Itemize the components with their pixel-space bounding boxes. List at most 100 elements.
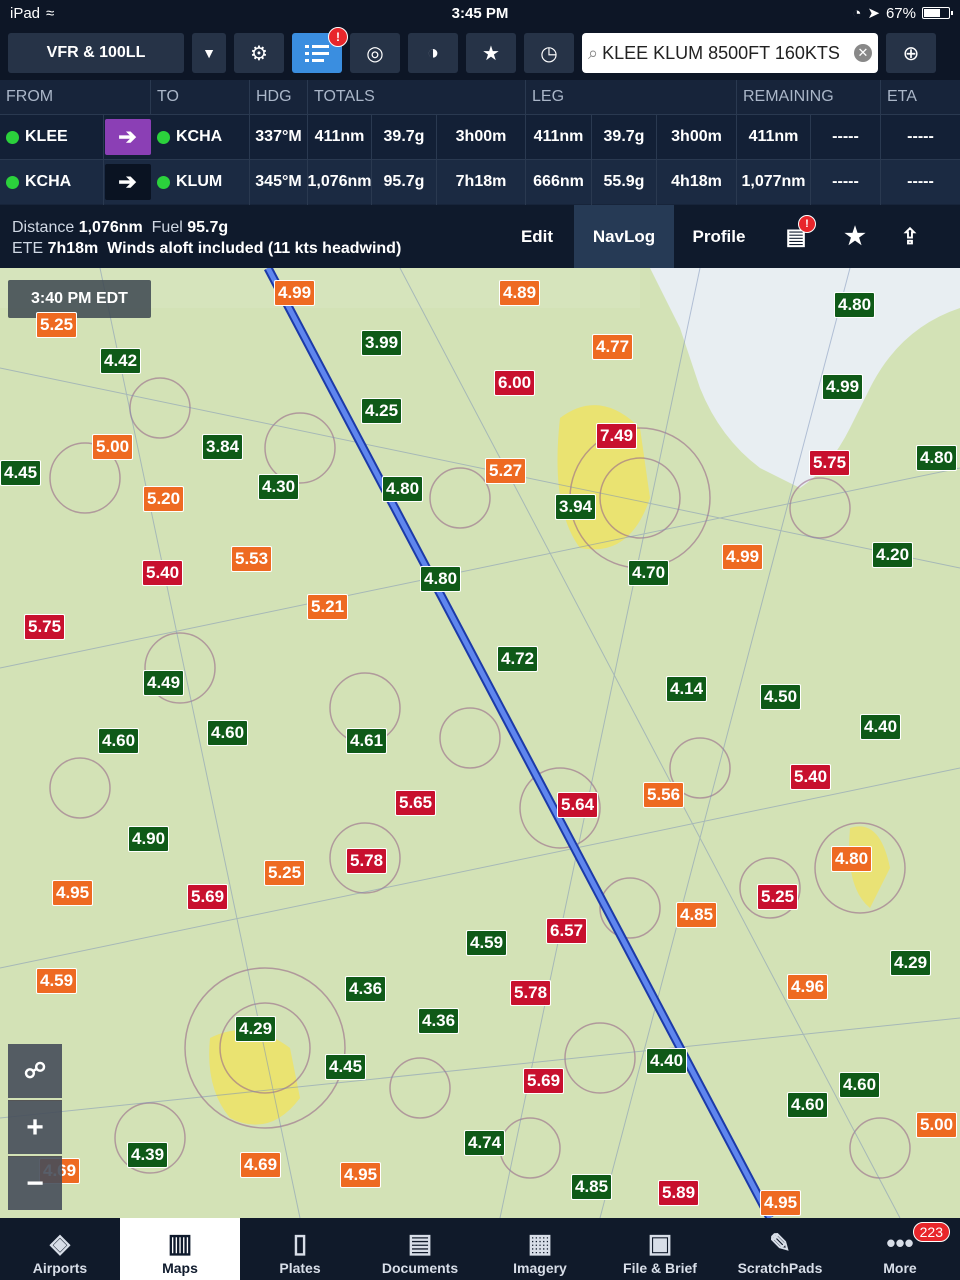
navlog-tab[interactable]: NavLog — [574, 205, 674, 268]
fuel-price-label[interactable]: 5.53 — [231, 546, 273, 572]
fuel-price-label[interactable]: 5.69 — [523, 1068, 565, 1094]
fuel-price-label[interactable]: 5.65 — [395, 790, 437, 816]
fuel-price-label[interactable]: 4.99 — [722, 544, 764, 570]
fuel-price-label[interactable]: 4.45 — [0, 460, 42, 486]
fuel-price-label[interactable]: 4.90 — [128, 826, 170, 852]
fuel-price-label[interactable]: 4.60 — [98, 728, 140, 754]
fuel-price-label[interactable]: 4.40 — [646, 1048, 688, 1074]
favorites-button[interactable]: ★ — [466, 33, 516, 73]
fuel-price-label[interactable]: 4.40 — [860, 714, 902, 740]
fuel-price-label[interactable]: 4.80 — [382, 476, 424, 502]
tab-plates[interactable]: ▯ Plates — [240, 1218, 360, 1280]
fuel-price-label[interactable]: 5.40 — [142, 560, 184, 586]
fuel-price-label[interactable]: 5.27 — [485, 458, 527, 484]
fuel-price-label[interactable]: 4.96 — [787, 974, 829, 1000]
settings-button[interactable]: ⚙ — [234, 33, 284, 73]
share-button[interactable]: ⇪ — [882, 205, 938, 268]
fuel-price-label[interactable]: 4.49 — [143, 670, 185, 696]
fuel-price-label[interactable]: 4.36 — [345, 976, 387, 1002]
fuel-price-label[interactable]: 4.25 — [361, 398, 403, 424]
fuel-price-label[interactable]: 4.20 — [872, 542, 914, 568]
fuel-price-label[interactable]: 4.36 — [418, 1008, 460, 1034]
track-up-button[interactable]: ⊕ — [886, 33, 936, 73]
fuel-price-label[interactable]: 4.99 — [274, 280, 316, 306]
fuel-price-label[interactable]: 5.25 — [757, 884, 799, 910]
fuel-price-label[interactable]: 7.49 — [596, 423, 638, 449]
fuel-price-label[interactable]: 4.77 — [592, 334, 634, 360]
fuel-price-label[interactable]: 5.78 — [510, 980, 552, 1006]
fuel-price-label[interactable]: 4.61 — [346, 728, 388, 754]
fuel-price-label[interactable]: 5.89 — [658, 1180, 700, 1206]
fuel-price-label[interactable]: 4.29 — [890, 950, 932, 976]
fuel-price-label[interactable]: 4.39 — [127, 1142, 169, 1168]
zoom-in-button[interactable]: + — [8, 1100, 62, 1154]
fuel-price-label[interactable]: 4.14 — [666, 676, 708, 702]
fuel-price-label[interactable]: 4.29 — [235, 1016, 277, 1042]
fuel-price-label[interactable]: 4.89 — [499, 280, 541, 306]
fuel-price-label[interactable]: 4.45 — [325, 1054, 367, 1080]
leg-arrow-button[interactable]: ➔ — [104, 164, 151, 200]
fuel-price-label[interactable]: 6.00 — [494, 370, 536, 396]
fuel-price-label[interactable]: 3.94 — [555, 494, 597, 520]
fuel-price-label[interactable]: 5.25 — [36, 312, 78, 338]
fuel-price-label[interactable]: 5.69 — [187, 884, 229, 910]
clear-search-icon[interactable]: ✕ — [854, 44, 872, 62]
fuel-price-label[interactable]: 3.84 — [202, 434, 244, 460]
fuel-price-label[interactable]: 4.95 — [760, 1190, 802, 1216]
favorite-route-button[interactable]: ★ — [828, 205, 882, 268]
fuel-price-label[interactable]: 4.50 — [760, 684, 802, 710]
fuel-price-label[interactable]: 4.95 — [52, 880, 94, 906]
fuel-price-label[interactable]: 4.80 — [831, 846, 873, 872]
fuel-price-label[interactable]: 5.64 — [557, 792, 599, 818]
route-editor-button[interactable]: ! — [292, 27, 348, 73]
nav-row[interactable]: KCHA ➔ KLUM 345°M 1,076nm 95.7g 7h18m 66… — [0, 159, 960, 205]
fuel-price-label[interactable]: 4.60 — [787, 1092, 829, 1118]
tab-documents[interactable]: ▤ Documents — [360, 1218, 480, 1280]
route-tool-button[interactable]: ☍ — [8, 1044, 62, 1098]
fuel-price-label[interactable]: 5.75 — [809, 450, 851, 476]
fuel-price-label[interactable]: 5.78 — [346, 848, 388, 874]
tab-imagery[interactable]: ▦ Imagery — [480, 1218, 600, 1280]
fuel-price-label[interactable]: 4.59 — [36, 968, 78, 994]
fuel-price-label[interactable]: 4.60 — [839, 1072, 881, 1098]
layer-dropdown-button[interactable]: ▼ — [192, 33, 226, 73]
fuel-price-label[interactable]: 5.56 — [643, 782, 685, 808]
edit-button[interactable]: Edit — [500, 205, 574, 268]
weather-button[interactable]: ◎ — [350, 33, 400, 73]
recents-button[interactable]: ◷ — [524, 33, 574, 73]
fuel-price-label[interactable]: 4.70 — [628, 560, 670, 586]
fuel-price-label[interactable]: 5.40 — [790, 764, 832, 790]
tab-maps[interactable]: ▥ Maps — [120, 1218, 240, 1280]
fuel-price-label[interactable]: 4.80 — [420, 566, 462, 592]
zoom-out-button[interactable]: − — [8, 1156, 62, 1210]
tab-airports[interactable]: ◈ Airports — [0, 1218, 120, 1280]
fuel-price-label[interactable]: 4.59 — [466, 930, 508, 956]
profile-tab[interactable]: Profile — [674, 205, 764, 268]
fuel-price-label[interactable]: 5.20 — [143, 486, 185, 512]
fuel-price-label[interactable]: 4.72 — [497, 646, 539, 672]
search-box[interactable]: ⌕ ✕ — [582, 33, 878, 73]
tab-more[interactable]: ••• More 223 — [840, 1218, 960, 1280]
procedure-button[interactable]: ▤ ! — [764, 205, 828, 268]
fuel-price-label[interactable]: 4.95 — [340, 1162, 382, 1188]
fuel-price-label[interactable]: 6.57 — [546, 918, 588, 944]
tab-scratchpads[interactable]: ✎ ScratchPads — [720, 1218, 840, 1280]
fuel-price-label[interactable]: 4.80 — [916, 445, 958, 471]
fuel-price-label[interactable]: 4.80 — [834, 292, 876, 318]
fuel-price-label[interactable]: 5.00 — [92, 434, 134, 460]
fuel-price-label[interactable]: 5.21 — [307, 594, 349, 620]
fuel-price-label[interactable]: 5.00 — [916, 1112, 958, 1138]
tab-file-brief[interactable]: ▣ File & Brief — [600, 1218, 720, 1280]
fuel-price-label[interactable]: 4.99 — [822, 374, 864, 400]
fuel-price-label[interactable]: 4.30 — [258, 474, 300, 500]
fuel-price-label[interactable]: 4.74 — [464, 1130, 506, 1156]
instruments-button[interactable]: ◑ — [408, 33, 458, 73]
fuel-price-label[interactable]: 4.42 — [100, 348, 142, 374]
search-input[interactable] — [602, 42, 850, 64]
nav-row[interactable]: KLEE ➔ KCHA 337°M 411nm 39.7g 3h00m 411n… — [0, 114, 960, 160]
fuel-price-label[interactable]: 5.25 — [264, 860, 306, 886]
fuel-price-label[interactable]: 4.85 — [571, 1174, 613, 1200]
fuel-price-label[interactable]: 5.75 — [24, 614, 66, 640]
fuel-price-label[interactable]: 4.69 — [240, 1152, 282, 1178]
sectional-map[interactable]: 3:40 PM EDT 4.99 4.89 4.80 5.25 3.99 4.77 4.42… — [0, 268, 960, 1218]
